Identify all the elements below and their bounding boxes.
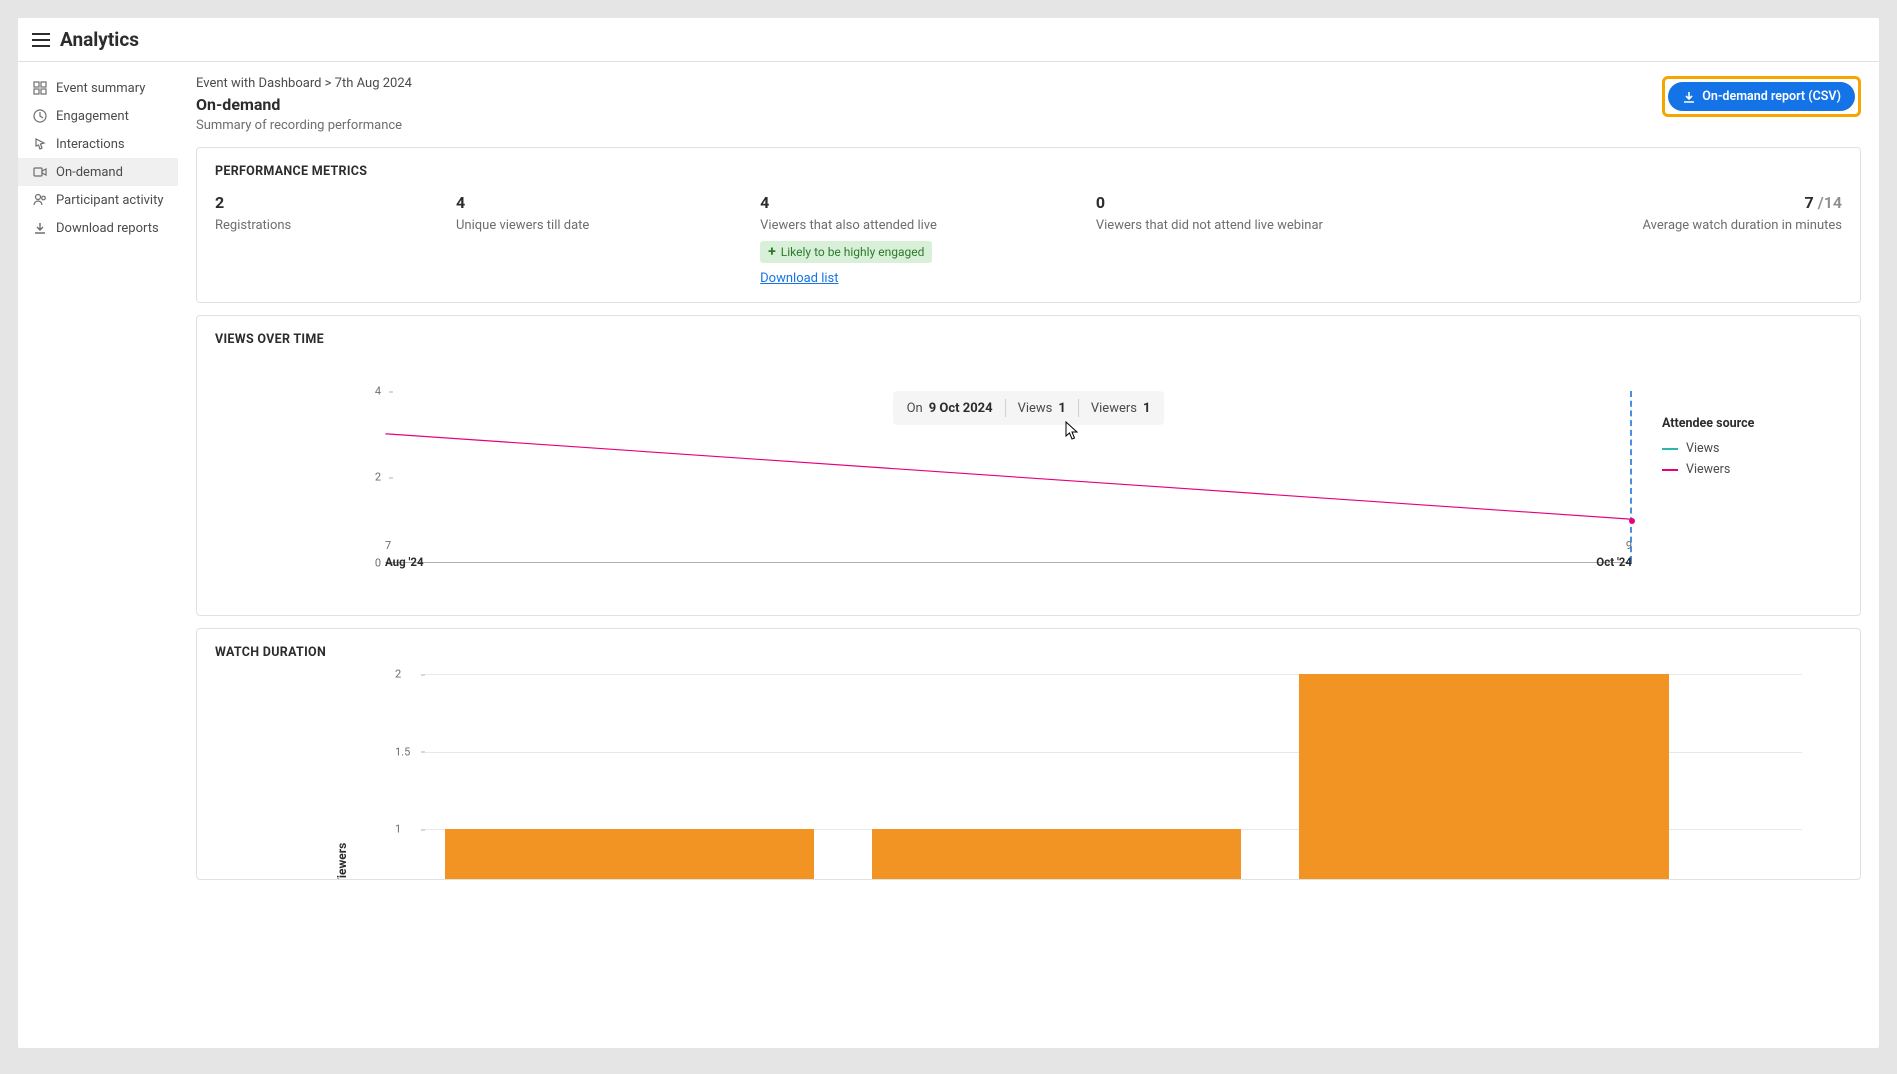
views-over-time-card: VIEWS OVER TIME On9 Oct 2024 Views1 View… [196,315,1861,616]
metric-label: Viewers that also attended live [760,218,1076,233]
sidebar-item-label: On-demand [56,165,123,180]
metric-value: 2 [215,193,436,212]
data-point [1629,518,1635,524]
sidebar-item-label: Engagement [56,109,129,124]
metric-label: Average watch duration in minutes [1463,218,1842,233]
engagement-badge: Likely to be highly engaged [760,241,932,263]
bars [445,674,1782,880]
sidebar-item-participant-activity[interactable]: Participant activity [18,186,178,214]
pointer-icon [32,136,48,152]
x-tick: 7 [385,539,391,552]
y-tick: 2 [395,668,401,681]
line-series [385,391,1632,562]
sidebar-item-event-summary[interactable]: Event summary [18,74,178,102]
sidebar-item-on-demand[interactable]: On-demand [18,158,178,186]
legend-item-viewers[interactable]: Viewers [1662,462,1842,477]
app-title: Analytics [60,28,139,51]
sidebar-item-label: Interactions [56,137,125,152]
download-highlight: On-demand report (CSV) [1662,76,1861,117]
bar [872,829,1241,880]
x-label: Oct '24 [1596,555,1632,569]
sidebar-item-interactions[interactable]: Interactions [18,130,178,158]
metric-not-attended: 0 Viewers that did not attend live webin… [1096,193,1443,286]
watch-duration-card: WATCH DURATION Viewers 2 1.5 1 [196,628,1861,880]
chart-legend: Attendee source Views Viewers [1662,416,1842,483]
legend-title: Attendee source [1662,416,1842,431]
plot-area [385,391,1632,563]
x-axis: 7 9 Aug '24 Oct '24 [385,565,1632,591]
watch-duration-chart[interactable]: Viewers 2 1.5 1 [425,674,1802,880]
sidebar-item-download-reports[interactable]: Download reports [18,214,178,242]
video-icon [32,164,48,180]
metric-avg-duration: 7 /14 Average watch duration in minutes [1463,193,1842,286]
bar [445,829,814,880]
user-icon [32,192,48,208]
y-axis-label: Viewers [335,843,349,880]
grid-icon [32,80,48,96]
metric-value: 0 [1096,193,1443,212]
legend-item-views[interactable]: Views [1662,441,1842,456]
y-tick: 2 [375,471,381,484]
y-axis: 4 2 0 [367,391,381,563]
sidebar-item-label: Event summary [56,81,145,96]
clock-icon [32,108,48,124]
sidebar-item-label: Participant activity [56,193,164,208]
metric-registrations: 2 Registrations [215,193,436,286]
metric-value: 4 [760,193,1076,212]
card-title: PERFORMANCE METRICS [215,164,1842,179]
breadcrumb[interactable]: Event with Dashboard > 7th Aug 2024 [196,76,412,91]
sidebar-item-label: Download reports [56,221,159,236]
card-title: WATCH DURATION [215,645,1842,660]
card-title: VIEWS OVER TIME [215,332,1842,347]
page-title: On-demand [196,95,412,114]
download-icon [32,220,48,236]
metric-value: 7 /14 [1463,193,1842,212]
app-window: Analytics Event summary Engagement Inter… [18,18,1879,1048]
x-tick: 9 [1626,539,1632,552]
y-tick: 1 [395,823,401,836]
y-tick: 4 [375,385,381,398]
y-tick: 1.5 [395,745,410,758]
metric-label: Unique viewers till date [456,218,740,233]
metric-label: Registrations [215,218,436,233]
x-label: Aug '24 [385,555,424,569]
topbar: Analytics [18,18,1879,62]
sidebar-item-engagement[interactable]: Engagement [18,102,178,130]
sidebar: Event summary Engagement Interactions On… [18,62,178,892]
main-content: Event with Dashboard > 7th Aug 2024 On-d… [178,62,1879,892]
page-subtitle: Summary of recording performance [196,118,412,133]
metric-attended-live: 4 Viewers that also attended live Likely… [760,193,1076,286]
bar [1299,674,1668,880]
metric-unique-viewers: 4 Unique viewers till date [456,193,740,286]
menu-icon[interactable] [32,33,50,47]
download-icon [1682,90,1696,104]
y-tick: 0 [375,557,381,570]
performance-metrics-card: PERFORMANCE METRICS 2 Registrations 4 Un… [196,147,1861,303]
metric-label: Viewers that did not attend live webinar [1096,218,1443,233]
metric-value: 4 [456,193,740,212]
download-list-link[interactable]: Download list [760,271,838,286]
download-report-label: On-demand report (CSV) [1702,89,1841,104]
download-report-button[interactable]: On-demand report (CSV) [1668,82,1855,111]
views-chart[interactable]: 4 2 0 7 9 Aug '24 Oct '24 [385,391,1632,591]
